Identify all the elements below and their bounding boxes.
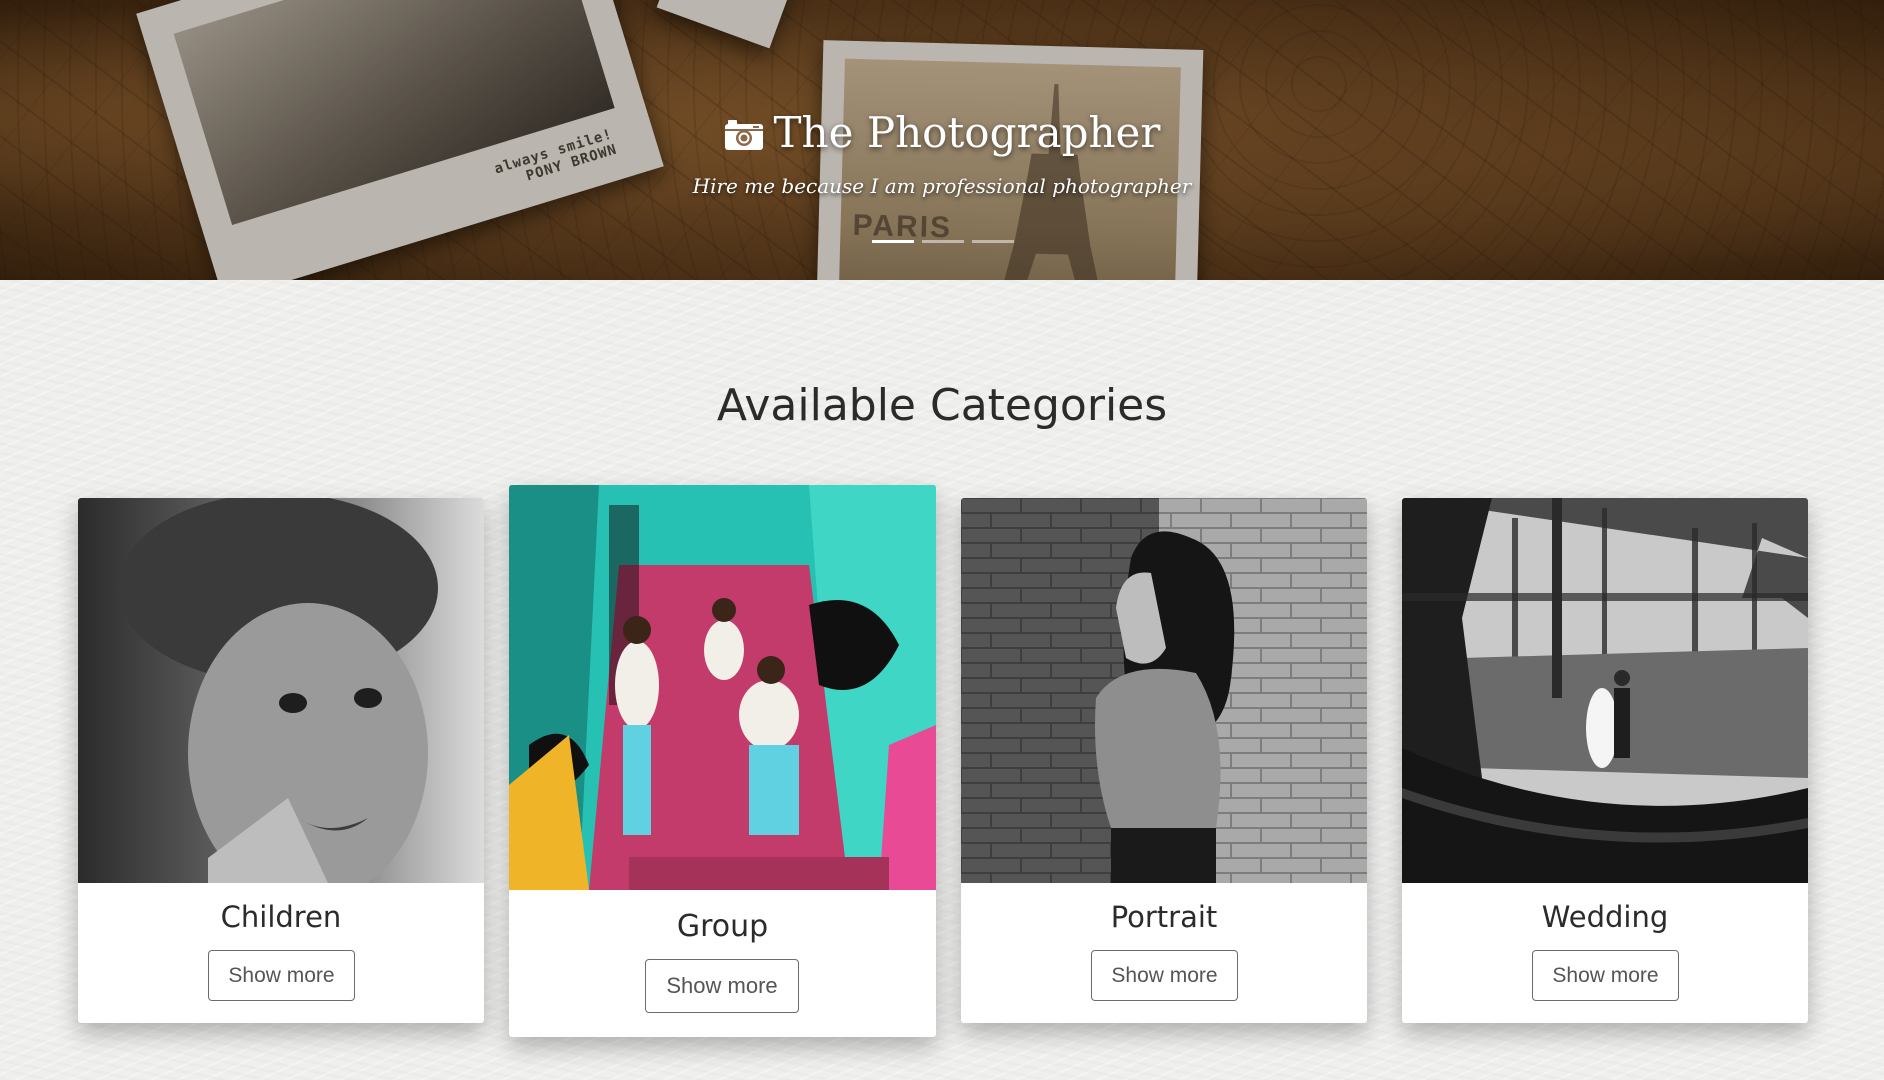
category-label: Wedding (1541, 900, 1669, 934)
category-photo-children (78, 498, 484, 883)
category-photo-portrait (961, 498, 1367, 883)
carousel-indicator-3[interactable] (972, 240, 1014, 243)
show-more-button-wedding[interactable]: Show more (1532, 950, 1679, 1001)
show-more-button-portrait[interactable]: Show more (1091, 950, 1238, 1001)
section-title: Available Categories (716, 379, 1168, 431)
camera-icon (724, 112, 764, 150)
hero-subtitle: Hire me because I am professional photog… (692, 174, 1192, 198)
category-label: Children (220, 900, 342, 934)
hero-title-text: The Photographer (773, 108, 1161, 157)
category-card-portrait: Portrait Show more (961, 498, 1367, 1023)
category-label: Portrait (1110, 900, 1218, 934)
category-card-group: Group Show more (509, 485, 936, 1037)
category-photo-wedding (1402, 498, 1808, 883)
carousel-indicators (872, 240, 1014, 243)
show-more-button-children[interactable]: Show more (208, 950, 355, 1001)
category-card-children: Children Show more (78, 498, 484, 1023)
show-more-button-group[interactable]: Show more (645, 959, 799, 1013)
category-photo-group (509, 485, 936, 890)
carousel-indicator-2[interactable] (922, 240, 964, 243)
category-label: Group (676, 909, 769, 944)
category-card-wedding: Wedding Show more (1402, 498, 1808, 1023)
carousel-indicator-1[interactable] (872, 240, 914, 243)
hero-carousel: always smile! PONY BROWN PARIS The Photo… (0, 0, 1884, 280)
hero-title: The Photographer (0, 108, 1884, 157)
